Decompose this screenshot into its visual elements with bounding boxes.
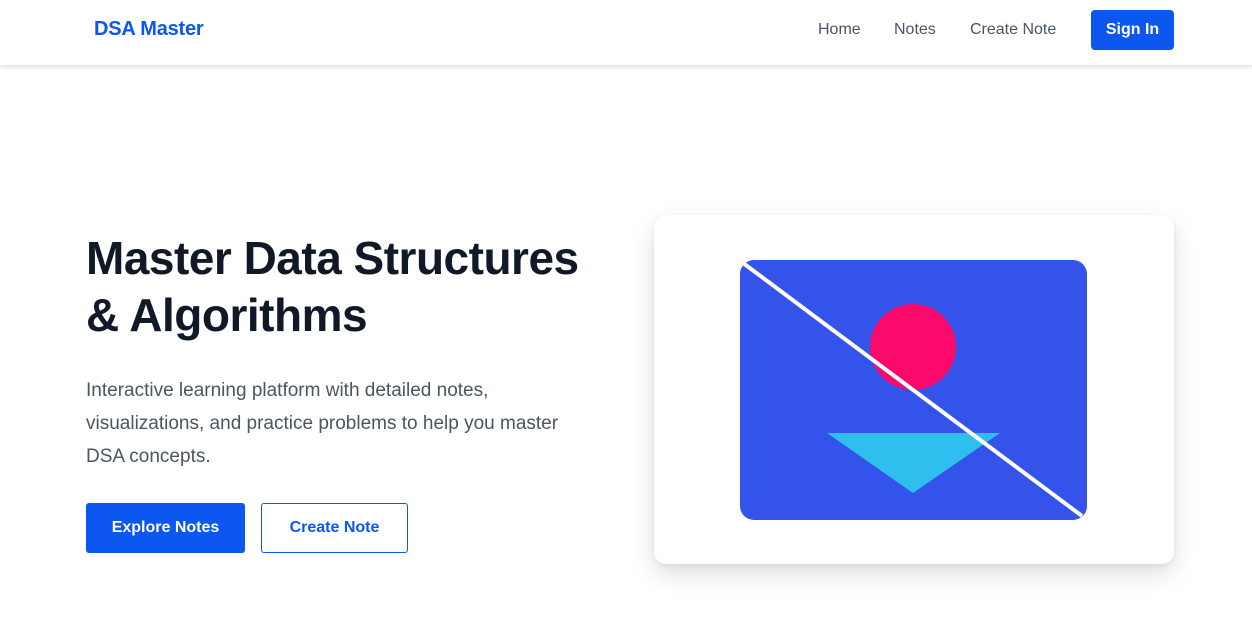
hero-subtitle: Interactive learning platform with detai…	[86, 374, 596, 473]
create-note-button[interactable]: Create Note	[261, 503, 408, 553]
hero-title: Master Data Structures & Algorithms	[86, 230, 646, 344]
broken-image-placeholder-icon	[740, 260, 1087, 520]
sign-in-button[interactable]: Sign In	[1091, 10, 1174, 50]
nav-link-create-note[interactable]: Create Note	[970, 21, 1056, 39]
hero-title-line-1: Master Data Structures	[86, 232, 579, 284]
navbar: DSA Master Home Notes Create Note Sign I…	[0, 0, 1252, 66]
hero-image-card	[654, 215, 1174, 564]
sun-circle-shape	[870, 304, 956, 390]
hero-subtitle-line-3: DSA concepts.	[86, 446, 211, 467]
brand-logo-link[interactable]: DSA Master	[94, 18, 204, 41]
hero-title-line-2: & Algorithms	[86, 289, 368, 341]
hero-subtitle-line-2: visualizations, and practice problems to…	[86, 413, 559, 434]
nav-link-home[interactable]: Home	[818, 21, 861, 39]
nav-link-notes[interactable]: Notes	[894, 21, 936, 39]
explore-notes-button[interactable]: Explore Notes	[86, 503, 245, 553]
hero-subtitle-line-1: Interactive learning platform with detai…	[86, 380, 489, 401]
